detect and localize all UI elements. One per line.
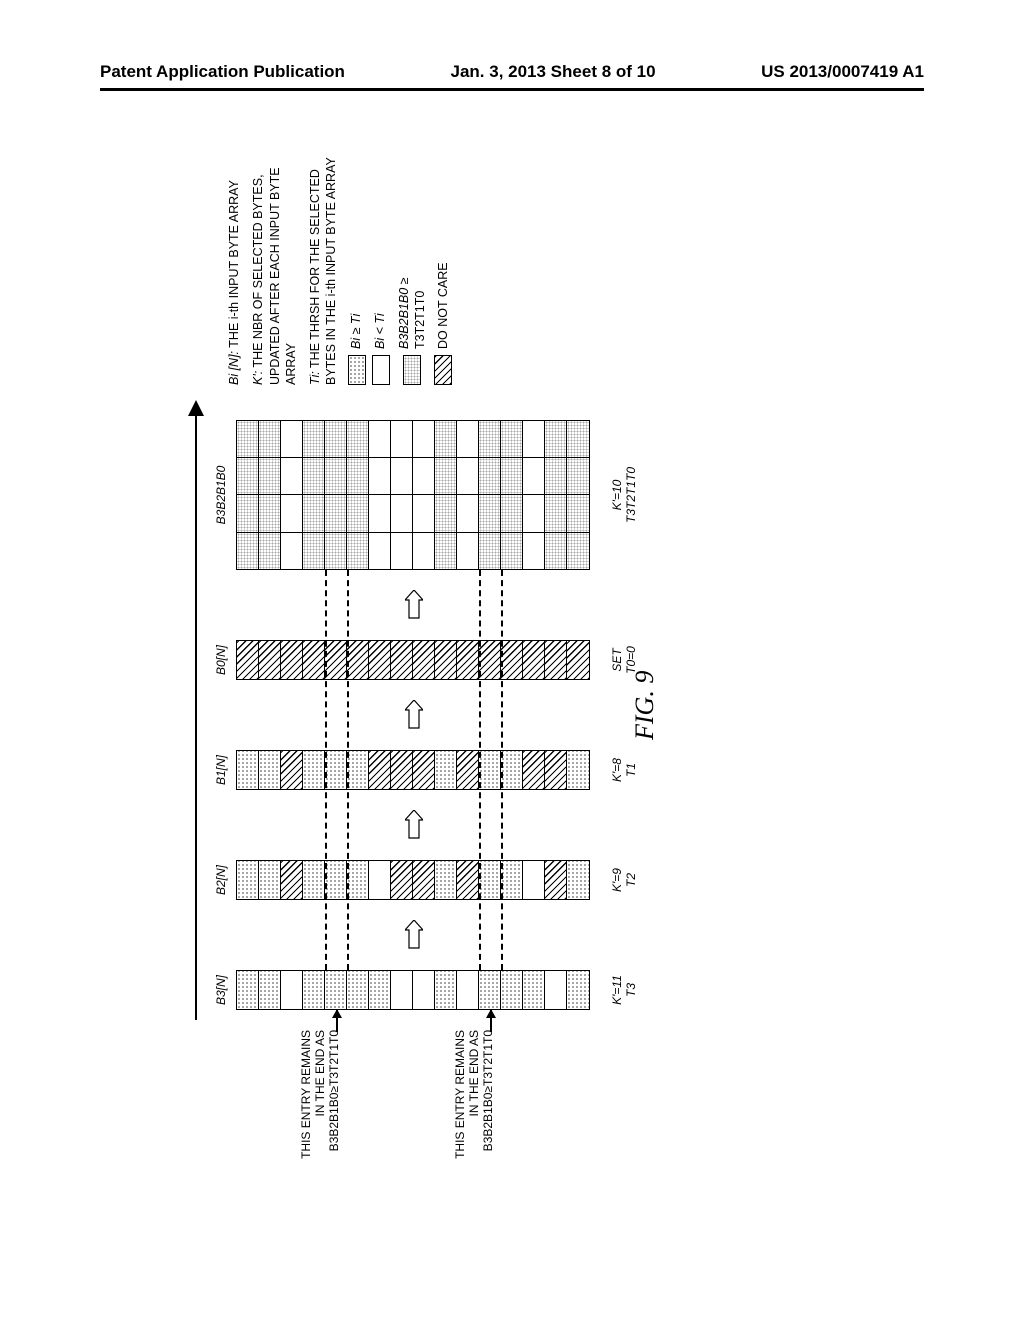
- col-combined-label: B3B2B1B0: [214, 420, 228, 570]
- col-combined-cells: [236, 420, 590, 570]
- col-b2-label: B2[N]: [214, 860, 228, 900]
- col-b0-cells: [236, 640, 590, 680]
- legend-row-ge: Bi ≥ Ti: [348, 145, 366, 385]
- callout-arrow-upper: [336, 1010, 338, 1032]
- process-arrow: [190, 400, 202, 1020]
- col-b1-cells: [236, 750, 590, 790]
- swatch-lt-icon: [372, 355, 390, 385]
- dash-line-lower-top: [479, 570, 481, 970]
- legend-def-bi: Bi [N]: THE i-th INPUT BYTE ARRAY: [226, 145, 242, 385]
- col-b1-bottom: K'=8T1: [610, 750, 638, 790]
- legend-row-comb: B3B2B1B0 ≥T3T2T1T0: [396, 145, 429, 385]
- col-b3-bottom: K'=11T3: [610, 970, 638, 1010]
- step-arrow-4: [405, 590, 423, 620]
- col-b2-cells: [236, 860, 590, 900]
- swatch-comb-icon: [403, 355, 421, 385]
- col-combined-bottom: K'=10T3T2T1T0: [610, 420, 638, 570]
- page-header: Patent Application Publication Jan. 3, 2…: [0, 62, 1024, 82]
- legend-def-k: K': THE NBR OF SELECTED BYTES, UPDATED A…: [250, 145, 299, 385]
- header-rule: [100, 88, 924, 91]
- callout-upper: THIS ENTRY REMAINS IN THE END AS B3B2B1B…: [300, 1030, 341, 1170]
- step-arrow-2: [405, 810, 423, 840]
- figure-label: FIG. 9: [630, 671, 660, 740]
- col-b3-label: B3[N]: [214, 970, 228, 1010]
- header-right: US 2013/0007419 A1: [761, 62, 924, 82]
- callout-arrow-lower: [490, 1010, 492, 1032]
- figure-9: B3[N] K'=11T3 B2[N] K'=9T2: [100, 160, 924, 1180]
- col-b0-label: B0[N]: [214, 640, 228, 680]
- col-b3-cells: [236, 970, 590, 1010]
- dash-line-upper-bot: [347, 570, 349, 970]
- step-arrow-1: [405, 920, 423, 950]
- swatch-ge-icon: [348, 355, 366, 385]
- legend-row-dnc: DO NOT CARE: [434, 145, 452, 385]
- col-b2-bottom: K'=9T2: [610, 860, 638, 900]
- header-left: Patent Application Publication: [100, 62, 345, 82]
- dash-line-lower-bot: [501, 570, 503, 970]
- col-b1-label: B1[N]: [214, 750, 228, 790]
- header-center: Jan. 3, 2013 Sheet 8 of 10: [451, 62, 656, 82]
- dash-line-upper-top: [325, 570, 327, 970]
- step-arrow-3: [405, 700, 423, 730]
- legend-def-ti: Ti: THE THRSH FOR THE SELECTED BYTES IN …: [307, 145, 340, 385]
- swatch-dnc-icon: [434, 355, 452, 385]
- callout-lower: THIS ENTRY REMAINS IN THE END AS B3B2B1B…: [454, 1030, 495, 1170]
- legend: Bi [N]: THE i-th INPUT BYTE ARRAY K': TH…: [226, 145, 458, 385]
- legend-row-lt: Bi < Ti: [372, 145, 390, 385]
